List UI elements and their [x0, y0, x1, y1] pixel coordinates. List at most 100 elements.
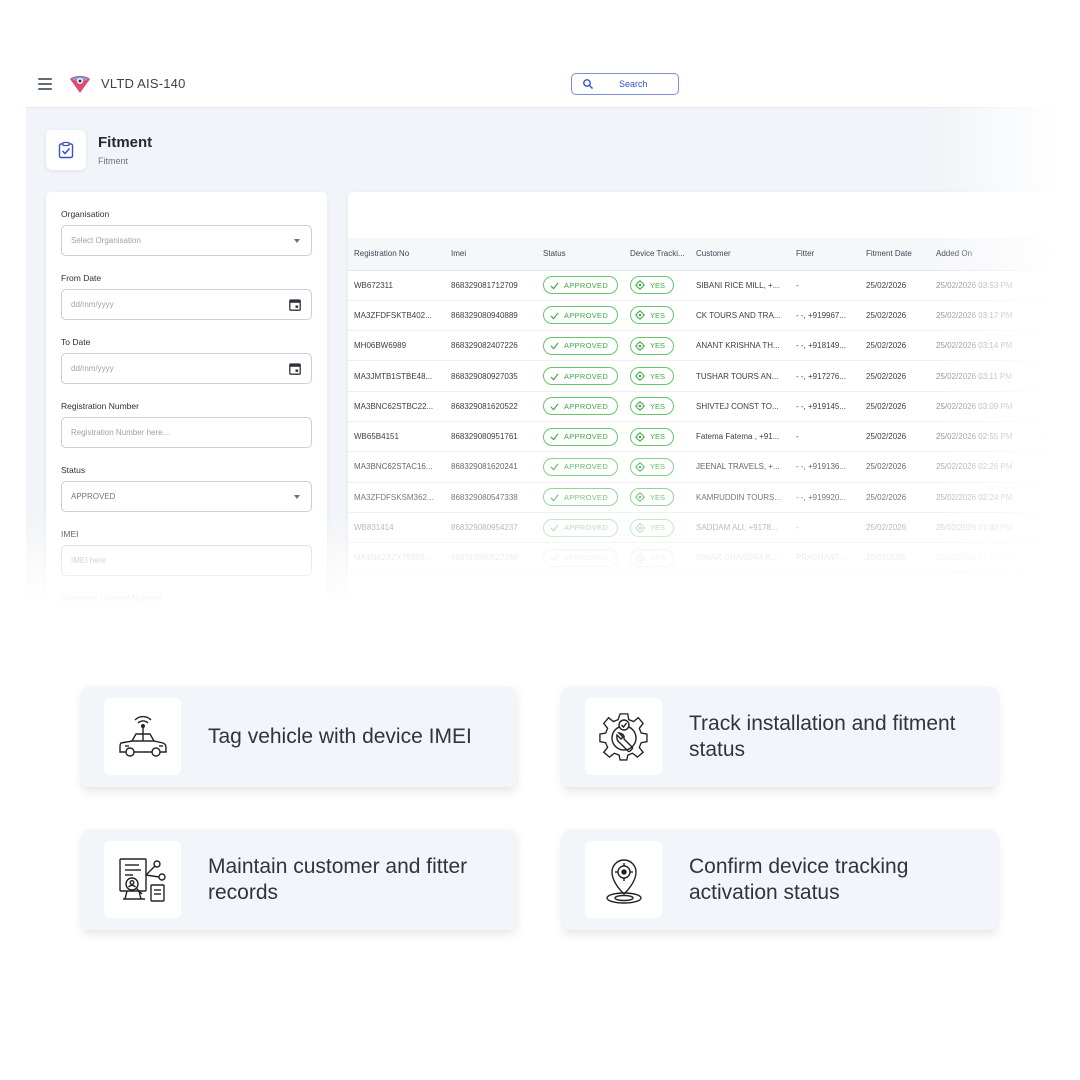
column-header[interactable]: Fitment Date	[860, 238, 930, 271]
from-date-placeholder: dd/mm/yyyy	[71, 300, 114, 309]
table-row[interactable]: MA1NA2XZXT5858... 860710080527248 APPROVED…	[348, 542, 1056, 574]
table-row[interactable]: MA3ZFDFSKTB402... 868329080940889 APPROVED…	[348, 300, 1056, 332]
tracking-badge-label: YES	[650, 523, 666, 533]
target-icon	[635, 492, 645, 503]
menu-icon[interactable]	[38, 78, 52, 90]
from-date-label: From Date	[61, 273, 102, 283]
status-cell: APPROVED	[537, 270, 624, 301]
status-select[interactable]: APPROVED	[61, 481, 312, 512]
row-actions-menu[interactable]: ⋮	[1035, 360, 1056, 392]
imei-cell: 868329080927035	[445, 360, 537, 392]
tracking-badge: YES	[630, 427, 675, 446]
fitter-cell: -	[790, 512, 860, 544]
imei-label: IMEI	[61, 529, 79, 539]
kebab-icon[interactable]: ⋮	[1041, 340, 1051, 351]
kebab-icon[interactable]: ⋮	[1041, 431, 1051, 442]
tracking-badge-label: YES	[650, 462, 666, 472]
tracking-badge: YES	[630, 306, 675, 325]
calendar-icon[interactable]	[289, 298, 301, 311]
table-row[interactable]: WB65B4151 868329080951761 APPROVED YES Fatem…	[348, 421, 1056, 453]
kebab-icon[interactable]: ⋮	[1041, 401, 1051, 412]
kebab-icon[interactable]: ⋮	[1041, 310, 1051, 321]
kebab-icon[interactable]: ⋮	[1041, 280, 1051, 291]
status-cell: APPROVED	[537, 421, 624, 453]
table-header-row: Registration No Imei Status Device Tracki..…	[348, 238, 1056, 271]
table-row[interactable]: WB672311 868329081712709 APPROVED YES SIBANI…	[348, 270, 1056, 301]
table-row[interactable]: MA3BNC62STAC16... 868329081620241 APPROVED…	[348, 451, 1056, 483]
tracking-badge-label: YES	[650, 553, 666, 563]
target-icon	[635, 340, 645, 351]
target-icon	[635, 552, 645, 563]
target-icon	[635, 371, 645, 382]
target-icon	[635, 310, 645, 321]
kebab-icon[interactable]: ⋮	[1041, 371, 1051, 382]
kebab-icon[interactable]: ⋮	[1041, 522, 1051, 533]
tracking-badge-label: YES	[650, 492, 666, 502]
fitment-date-cell: 25/02/2026	[860, 482, 930, 513]
check-icon	[550, 342, 559, 350]
table-panel: Registration No Imei Status Device Tracki..…	[348, 192, 1056, 612]
column-header[interactable]: Status	[537, 238, 624, 271]
organisation-select[interactable]: Select Organisation	[61, 225, 312, 256]
feature-icon-box	[104, 841, 181, 918]
row-actions-menu[interactable]: ⋮	[1035, 330, 1056, 362]
search-icon	[583, 79, 593, 89]
row-actions-menu[interactable]: ⋮	[1035, 451, 1056, 483]
customer-cell: CK TOURS AND TRA...	[690, 300, 790, 332]
feature-card-tracking: Confirm device tracking activation statu…	[563, 830, 997, 930]
column-header[interactable]: Added On	[930, 238, 1035, 271]
row-actions-menu[interactable]: ⋮	[1035, 482, 1056, 513]
column-header[interactable]: Imei	[445, 238, 537, 271]
device-tracking-cell: YES	[624, 391, 690, 422]
table-row[interactable]: MH06BW6989 868329082407226 APPROVED YES ANAN…	[348, 330, 1056, 362]
tracking-badge: YES	[630, 488, 675, 507]
top-bar: VLTD AIS-140 Search	[26, 60, 1056, 108]
status-cell: APPROVED	[537, 330, 624, 362]
device-tracking-cell: YES	[624, 482, 690, 513]
row-actions-menu[interactable]: ⋮	[1035, 270, 1056, 301]
fitment-date-cell: 25/02/2026	[860, 451, 930, 483]
registration-cell: MA1NA2XZXT5858...	[348, 542, 445, 574]
status-badge-label: APPROVED	[564, 553, 609, 563]
status-cell: APPROVED	[537, 391, 624, 422]
column-header[interactable]: Customer	[690, 238, 790, 271]
registration-input[interactable]: Registration Number here...	[61, 417, 312, 448]
kebab-icon[interactable]: ⋮	[1041, 552, 1051, 563]
registration-cell: MH06BW6989	[348, 330, 445, 362]
target-icon	[635, 522, 645, 533]
row-actions-menu[interactable]: ⋮	[1035, 391, 1056, 422]
tracking-badge-label: YES	[650, 401, 666, 411]
from-date-field[interactable]: dd/mm/yyyy	[61, 289, 312, 320]
feature-icon-box	[585, 698, 662, 775]
calendar-icon[interactable]	[289, 362, 301, 375]
registration-cell: WB831414	[348, 512, 445, 544]
row-actions-menu[interactable]: ⋮	[1035, 421, 1056, 453]
search-button[interactable]: Search	[571, 73, 679, 95]
search-label: Search	[619, 79, 648, 89]
device-tracking-cell: YES	[624, 330, 690, 362]
check-icon	[550, 524, 559, 532]
tracking-badge-label: YES	[650, 341, 666, 351]
column-header[interactable]: Fitter	[790, 238, 860, 271]
row-actions-menu[interactable]: ⋮	[1035, 512, 1056, 544]
fitment-date-cell: 25/02/2026	[860, 360, 930, 392]
status-badge-label: APPROVED	[564, 523, 609, 533]
imei-input[interactable]: IMEI here	[61, 545, 312, 576]
row-actions-menu[interactable]: ⋮	[1035, 300, 1056, 332]
kebab-icon[interactable]: ⋮	[1041, 492, 1051, 503]
table-row[interactable]: MA3JMTB1STBE48... 868329080927035 APPROVED…	[348, 360, 1056, 392]
table-row[interactable]: MA3ZFDFSKSM362... 868329080547338 APPROVED…	[348, 482, 1056, 513]
customer-cell: ANANT KRISHNA TH...	[690, 330, 790, 362]
table-row[interactable]: MA3BNC62STBC22... 868329081620522 APPROVED…	[348, 391, 1056, 422]
column-header[interactable]: Registration No	[348, 238, 445, 271]
registration-cell: MA3BNC62STAC16...	[348, 451, 445, 483]
row-actions-menu[interactable]: ⋮	[1035, 542, 1056, 574]
column-header[interactable]: Device Tracki...	[624, 238, 690, 271]
to-date-field[interactable]: dd/mm/yyyy	[61, 353, 312, 384]
column-header[interactable]: Action	[1035, 238, 1056, 271]
registration-cell: MA3JMTB1STBE48...	[348, 360, 445, 392]
table-row[interactable]: WB831414 868329080954237 APPROVED YES SADDAM…	[348, 512, 1056, 544]
status-badge: APPROVED	[543, 336, 619, 355]
added-on-cell: 25/02/2026 03:11 PM	[930, 360, 1035, 392]
kebab-icon[interactable]: ⋮	[1041, 461, 1051, 472]
